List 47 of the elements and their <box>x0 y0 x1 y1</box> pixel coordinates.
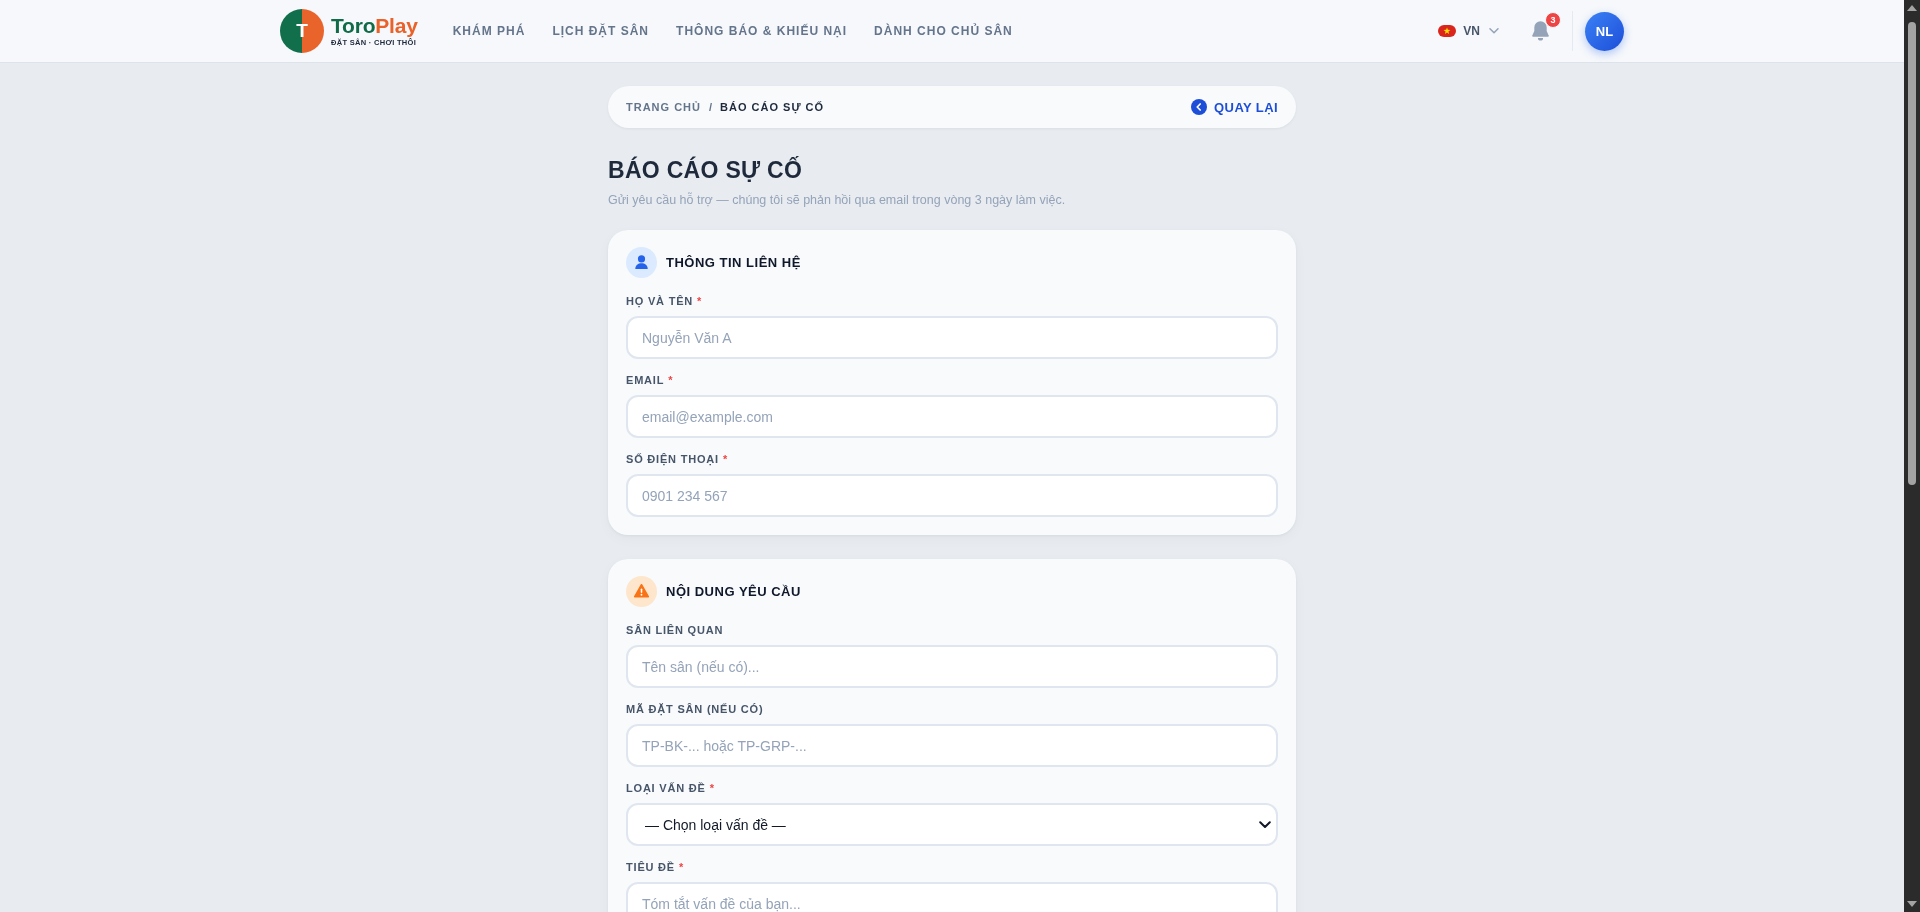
required-asterisk: * <box>668 373 673 387</box>
field-label: MÃ ĐẶT SÂN (NẾU CÓ) <box>626 702 764 716</box>
page-title: BÁO CÁO SỰ CỐ <box>608 155 804 185</box>
language-selector[interactable]: VN <box>1438 24 1499 38</box>
text-field[interactable]: email@example.com <box>626 395 1278 438</box>
page-subtitle: Gửi yêu cầu hỗ trợ — chúng tôi sẽ phản hồi qua email trong vòng 3 ngày làm việc. <box>608 191 1067 209</box>
section-title: THÔNG TIN LIÊN HỆ <box>666 255 801 270</box>
required-asterisk: * <box>679 860 684 874</box>
text-field[interactable]: Tên sân (nếu có)... <box>626 645 1278 688</box>
required-asterisk: * <box>722 452 728 466</box>
warning-icon <box>626 576 657 607</box>
breadcrumb-current: BÁO CÁO SỰ CỐ <box>720 101 825 113</box>
required-asterisk: * <box>709 781 714 795</box>
logo-mark[interactable]: T <box>280 9 324 53</box>
nav-link[interactable]: LỊCH ĐẶT SÂN <box>552 24 650 38</box>
breadcrumb-link[interactable]: TRANG CHỦ <box>626 101 701 113</box>
section-title: NỘI DUNG YÊU CẦU <box>666 584 801 599</box>
field-label: HỌ VÀ TÊN <box>626 294 694 308</box>
avatar[interactable]: NL <box>1585 11 1624 51</box>
text-field[interactable]: 0901 234 567 <box>626 474 1278 517</box>
chevron-left-icon <box>1191 99 1208 115</box>
text-field[interactable]: Tóm tắt vấn đề của bạn... <box>626 882 1278 912</box>
field-label: EMAIL <box>626 373 665 387</box>
dropdown-select[interactable]: — Chọn loại vấn đề — <box>626 803 1278 846</box>
text-field[interactable]: TP-BK-... hoặc TP-GRP-... <box>626 724 1278 767</box>
scroll-down-arrow-icon[interactable] <box>1907 901 1917 907</box>
scroll-up-arrow-icon[interactable] <box>1907 5 1917 11</box>
flag-icon <box>1438 25 1457 37</box>
field-label: SỐ ĐIỆN THOẠI <box>626 452 719 466</box>
field-label: LOẠI VẤN ĐỀ <box>626 781 706 795</box>
bell-icon[interactable] <box>1532 21 1549 41</box>
scrollbar[interactable] <box>1904 0 1920 912</box>
notification-badge: 3 <box>1545 12 1561 28</box>
field-label: TIÊU ĐỀ <box>626 860 675 874</box>
nav-link[interactable]: THÔNG BÁO & KHIẾU NẠI <box>676 24 848 38</box>
chevron-down-icon <box>1259 820 1271 829</box>
chevron-down-icon <box>1489 28 1499 34</box>
user-icon <box>626 247 657 278</box>
required-asterisk: * <box>697 294 702 308</box>
back-button[interactable]: QUAY LẠI <box>1191 99 1278 115</box>
field-label: SÂN LIÊN QUAN <box>626 623 724 637</box>
text-field[interactable]: Nguyễn Văn A <box>626 316 1278 359</box>
scrollbar-thumb[interactable] <box>1908 22 1916 485</box>
breadcrumb-separator: / <box>709 101 713 113</box>
nav-link[interactable]: DÀNH CHO CHỦ SÂN <box>874 24 1013 38</box>
nav-link[interactable]: KHÁM PHÁ <box>452 24 526 38</box>
brand-name[interactable]: ToroPlay <box>331 14 418 38</box>
